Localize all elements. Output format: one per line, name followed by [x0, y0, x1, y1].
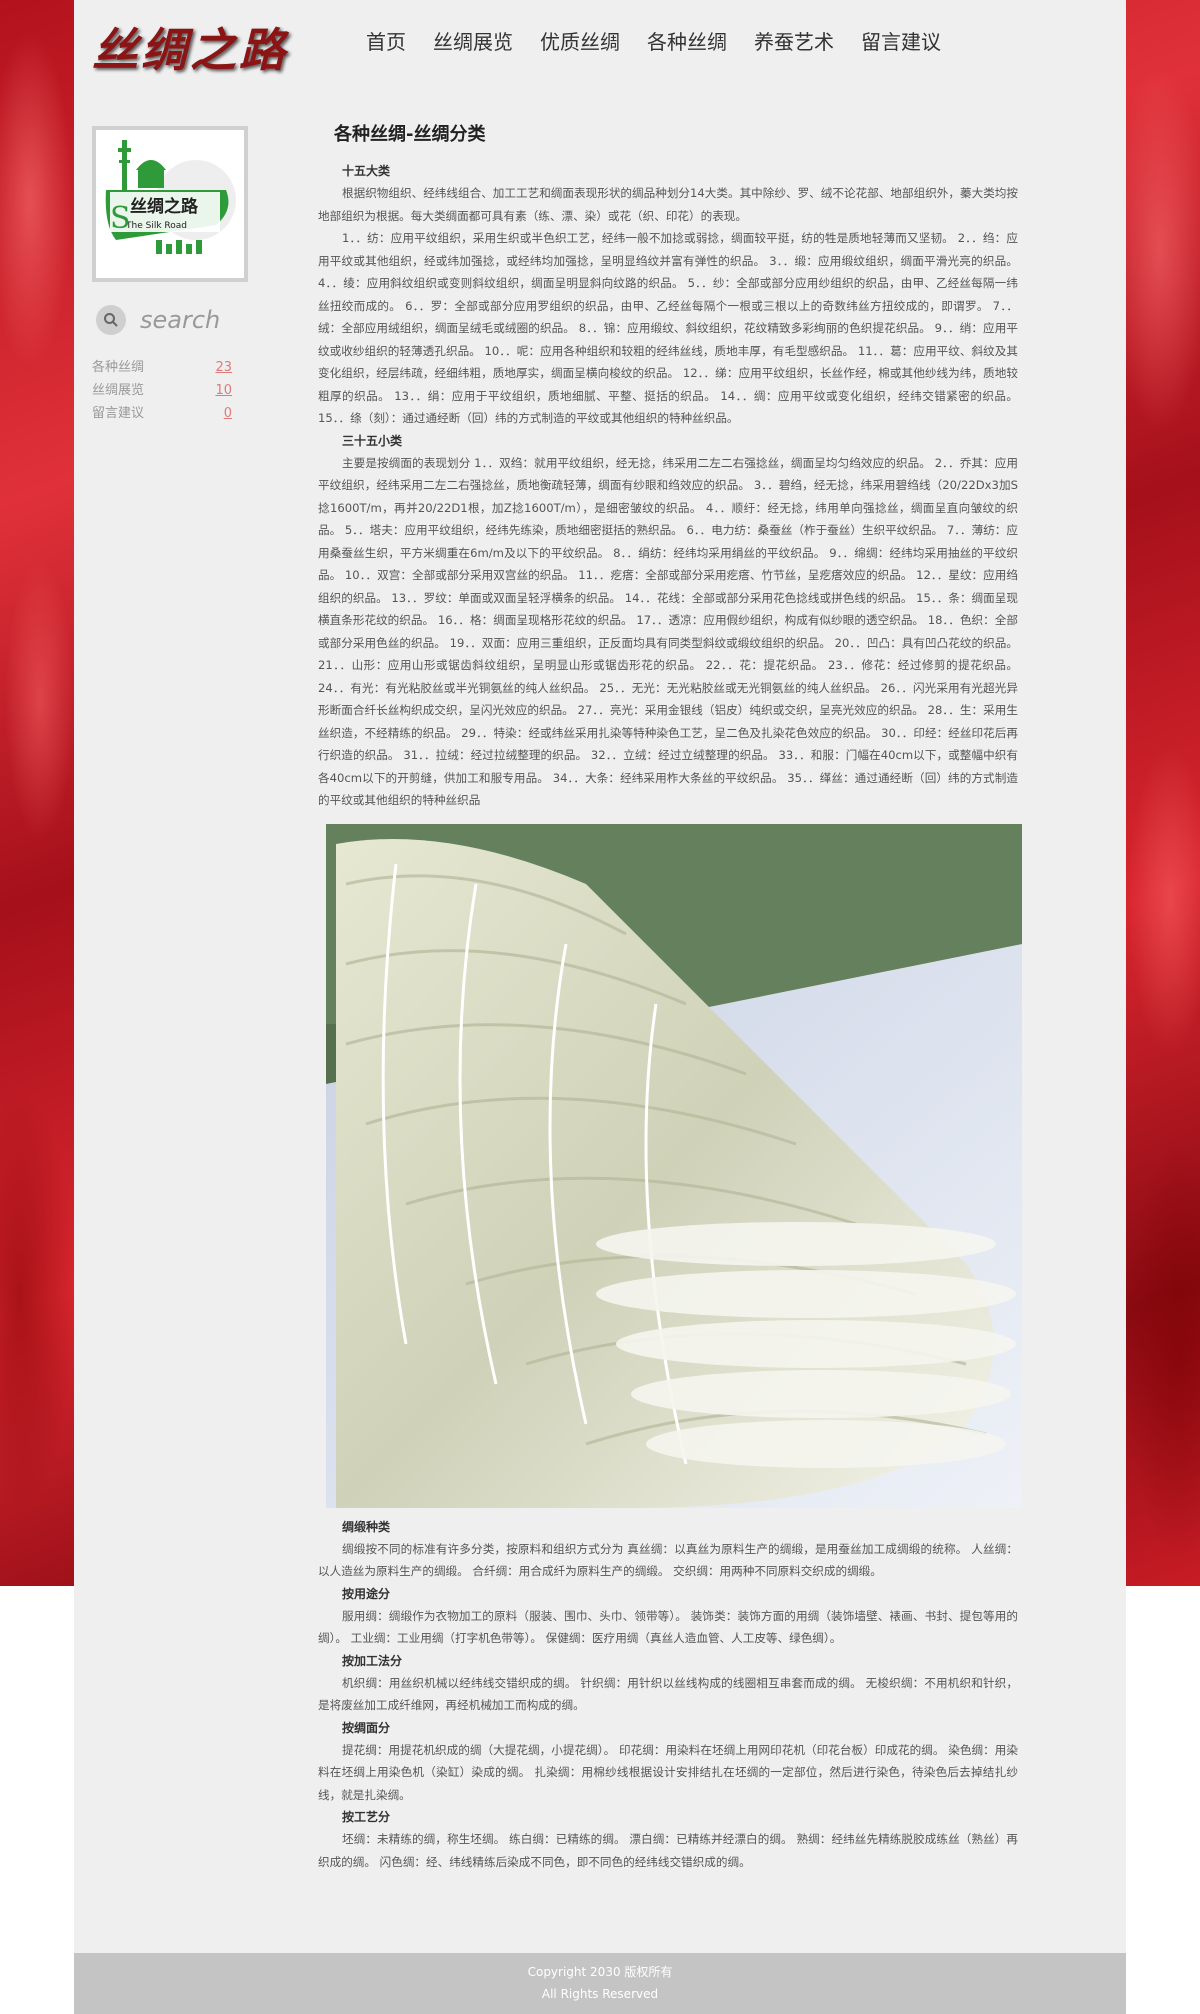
section-heading: 三十五小类	[342, 433, 403, 448]
section-paragraph: 提花绸：用提花机织成的绸（大提花绸，小提花绸）。 印花绸：用染料在坯绸上用网印花…	[318, 1742, 1018, 1802]
page-container: 丝绸之路 首页 丝绸展览 优质丝绸 各种丝绸 养蚕艺术 留言建议 丝绸之路 Th…	[74, 0, 1126, 2014]
section-heading: 绸缎种类	[342, 1519, 391, 1534]
category-list: 各种丝绸 23 丝绸展览 10 留言建议 0	[92, 356, 232, 425]
search-input[interactable]	[140, 306, 260, 334]
nav-sericulture-art[interactable]: 养蚕艺术	[754, 26, 834, 55]
svg-text:The Silk Road: The Silk Road	[125, 221, 187, 231]
nav-feedback[interactable]: 留言建议	[861, 26, 941, 55]
category-name[interactable]: 丝绸展览	[92, 379, 144, 402]
section-heading: 按绸面分	[342, 1720, 391, 1735]
section-paragraph: 主要是按绸面的表现划分 1．．双绉：就用平纹组织，经无捻，纬采用二左二右强捻丝，…	[318, 455, 1018, 808]
category-count[interactable]: 0	[224, 402, 232, 425]
nav-silk-types[interactable]: 各种丝绸	[647, 26, 727, 55]
section-paragraph: 服用绸：绸缎作为衣物加工的原料（服装、围巾、头巾、领带等）。 装饰类：装饰方面的…	[318, 1608, 1018, 1646]
search-icon	[104, 313, 118, 327]
copyright-text: Copyright 2030 版权所有	[527, 1965, 673, 1979]
section-paragraph: 绸缎按不同的标准有许多分类，按原料和组织方式分为 真丝绸：以真丝为原料生产的绸缎…	[318, 1541, 1018, 1579]
category-name[interactable]: 留言建议	[92, 402, 144, 425]
category-count[interactable]: 10	[215, 379, 232, 402]
category-item: 丝绸展览 10	[92, 379, 232, 402]
section-paragraph: 根据织物组织、经纬线组合、加工工艺和绸面表现形状的绸品种划分14大类。其中除纱、…	[318, 186, 1018, 223]
silk-classification-details: 绸缎种类 绸缎按不同的标准有许多分类，按原料和组织方式分为 真丝绸：以真丝为原料…	[318, 1516, 1018, 1874]
site-logo-text[interactable]: 丝绸之路	[92, 14, 288, 80]
category-count[interactable]: 23	[215, 356, 232, 379]
section-paragraph: 机织绸：用丝织机械以经纬线交错织成的绸。 针织绸：用针织以丝线构成的线圈相互串套…	[318, 1675, 1018, 1713]
category-item: 各种丝绸 23	[92, 356, 232, 379]
nav-quality-silk[interactable]: 优质丝绸	[540, 26, 620, 55]
category-item: 留言建议 0	[92, 402, 232, 425]
category-name[interactable]: 各种丝绸	[92, 356, 144, 379]
article-title: 各种丝绸-丝绸分类	[334, 124, 486, 145]
footer: Copyright 2030 版权所有 All Rights Reserved	[74, 1953, 1126, 2014]
rights-text: All Rights Reserved	[541, 1987, 659, 2001]
section-heading: 十五大类	[342, 164, 391, 178]
sidebar-logo: 丝绸之路 The Silk Road S	[92, 126, 248, 282]
main-nav: 首页 丝绸展览 优质丝绸 各种丝绸 养蚕艺术 留言建议	[366, 26, 968, 55]
silk-skeins-photo	[326, 823, 1022, 1508]
section-paragraph: 坯绸：未精练的绸，称生坯绸。 练白绸：已精练的绸。 漂白绸：已精练并经漂白的绸。…	[318, 1832, 1018, 1869]
silk-road-emblem: 丝绸之路 The Silk Road S	[96, 130, 244, 278]
section-paragraph: 1．．纺：应用平纹组织，采用生织或半色织工艺，经纬一般不加捻或弱捻，绸面较平挺，…	[318, 231, 1018, 425]
svg-text:S: S	[110, 201, 131, 236]
section-heading: 按用途分	[342, 1586, 391, 1601]
search-button[interactable]	[96, 305, 126, 335]
section-heading: 按工艺分	[342, 1810, 391, 1824]
svg-text:丝绸之路: 丝绸之路	[130, 196, 199, 217]
search-box	[96, 305, 260, 335]
article: 各种丝绸-丝绸分类 十五大类 根据织物组织、经纬线组合、加工工艺和绸面表现形状的…	[318, 120, 1022, 1874]
nav-home[interactable]: 首页	[366, 26, 406, 55]
section-heading: 按加工法分	[342, 1653, 403, 1668]
nav-silk-exhibition[interactable]: 丝绸展览	[433, 26, 513, 55]
